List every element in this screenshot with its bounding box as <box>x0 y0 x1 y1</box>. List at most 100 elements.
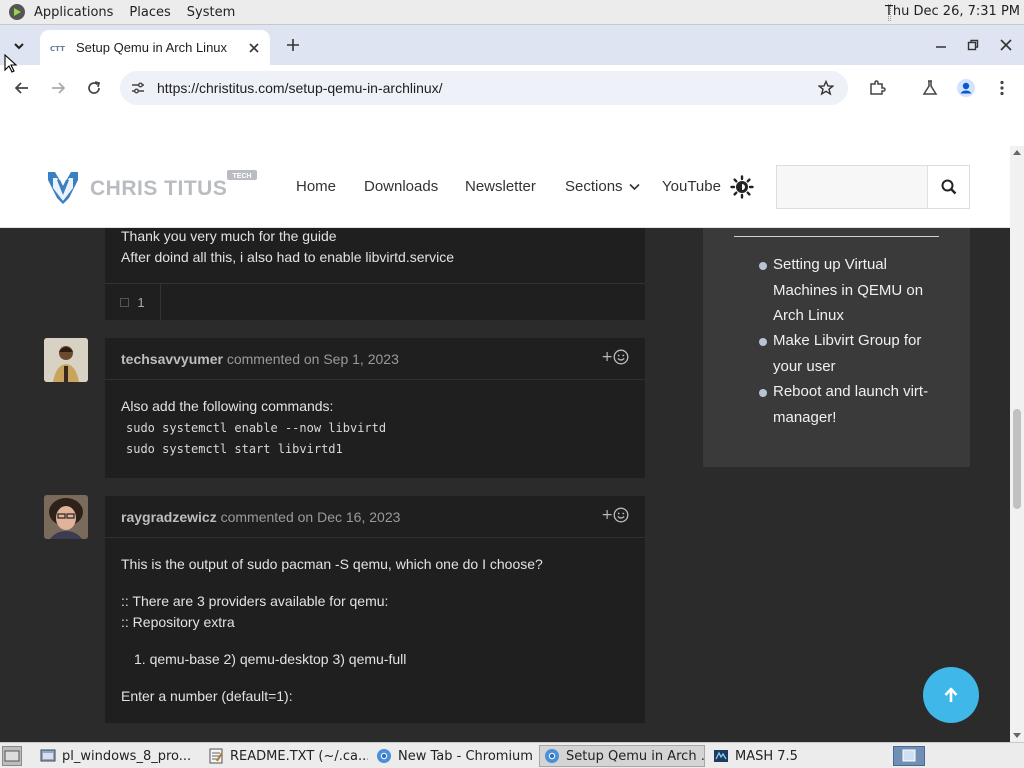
text-editor-icon <box>209 748 223 764</box>
bookmarks-bar <box>0 111 1024 146</box>
close-icon <box>249 42 259 53</box>
search-button[interactable] <box>927 166 969 208</box>
close-icon <box>1000 39 1012 51</box>
scroll-up-arrow[interactable] <box>1013 150 1021 155</box>
profile-button[interactable] <box>955 77 977 99</box>
comment-date: commented on Sep 1, 2023 <box>226 351 399 367</box>
theme-toggle-icon[interactable] <box>730 175 754 199</box>
comment-header: raygradzewicz commented on Dec 16, 2023 … <box>105 496 645 538</box>
reaction-button[interactable]: 1 <box>105 284 161 320</box>
site-info-icon <box>132 82 144 94</box>
site-info-button[interactable] <box>128 78 148 98</box>
restore-button[interactable] <box>962 34 984 56</box>
nav-youtube[interactable]: YouTube <box>662 178 721 195</box>
avatar[interactable] <box>44 338 88 382</box>
code-line: sudo systemctl enable --now libvirtd <box>126 421 387 435</box>
workspace-switcher[interactable] <box>893 746 925 766</box>
site-logo[interactable]: CHRIS TITUS TECH <box>47 168 262 208</box>
applications-icon[interactable] <box>8 3 26 21</box>
search-input[interactable] <box>777 166 927 208</box>
bookmark-star-button[interactable] <box>816 78 836 98</box>
divider <box>105 283 645 284</box>
labs-icon <box>922 80 938 95</box>
site-favicon-icon: CTT <box>50 45 65 53</box>
svg-text:CTT: CTT <box>50 45 65 53</box>
avatar-image <box>44 495 88 539</box>
clock[interactable]: Thu Dec 26, 7:31 PM <box>885 4 1020 19</box>
forward-icon <box>52 82 66 94</box>
smiley-icon <box>613 349 629 365</box>
task-mash[interactable]: MASH 7.5 <box>709 745 873 767</box>
comment-card: raygradzewicz commented on Dec 16, 2023 … <box>105 496 645 723</box>
workspace-icon <box>902 749 916 762</box>
toc-link[interactable]: Make Libvirt Group for your user <box>773 328 943 379</box>
star-icon <box>818 80 834 96</box>
reload-button[interactable] <box>82 76 106 100</box>
comment-text: Thank you very much for the guide <box>121 228 337 244</box>
nav-downloads[interactable]: Downloads <box>364 178 438 195</box>
scroll-to-top-button[interactable] <box>923 667 979 723</box>
comment-text: :: There are 3 providers available for q… <box>121 593 389 609</box>
applications-menu[interactable]: Applications <box>34 5 113 20</box>
labs-button[interactable] <box>919 77 941 99</box>
extensions-button[interactable] <box>866 77 888 99</box>
extensions-icon <box>870 80 886 95</box>
new-tab-button[interactable] <box>282 34 304 56</box>
toc-bullet <box>759 389 767 397</box>
task-text-editor[interactable]: README.TXT (~/.ca... <box>204 745 368 767</box>
toc-link[interactable]: Setting up Virtual Machines in QEMU on A… <box>773 252 943 329</box>
places-menu[interactable]: Places <box>129 5 170 20</box>
desktop-icon <box>4 750 20 762</box>
comment-header: techsavvyumer commented on Sep 1, 2023 + <box>105 338 645 380</box>
browser-menu-button[interactable] <box>991 77 1013 99</box>
url-text[interactable]: https://christitus.com/setup-qemu-in-arc… <box>157 80 443 96</box>
toc-bullet <box>759 262 767 270</box>
scroll-down-arrow[interactable] <box>1013 733 1021 738</box>
tab-close-button[interactable] <box>244 38 264 58</box>
task-vm-window[interactable]: pl_windows_8_pro... <box>36 745 200 767</box>
avatar-image <box>44 338 88 382</box>
window-close-button[interactable] <box>995 34 1017 56</box>
show-desktop-button[interactable] <box>2 746 22 766</box>
nav-home[interactable]: Home <box>296 178 336 195</box>
tab-active[interactable]: CTT Setup Qemu in Arch Linux <box>40 30 270 65</box>
comment-author[interactable]: raygradzewicz commented on Dec 16, 2023 <box>121 509 400 525</box>
logo-image: CHRIS TITUS TECH <box>48 170 257 204</box>
plus-icon <box>287 39 299 51</box>
comment-text: After doind all this, i also had to enab… <box>121 249 455 265</box>
avatar[interactable] <box>44 495 88 539</box>
add-reaction-button[interactable]: + <box>601 507 629 523</box>
reaction-box-icon <box>120 297 130 307</box>
system-menu[interactable]: System <box>187 5 235 20</box>
back-icon <box>14 82 28 94</box>
arrow-up-icon <box>944 687 958 702</box>
comment-card: techsavvyumer commented on Sep 1, 2023 +… <box>105 338 645 478</box>
mouse-cursor-icon <box>4 54 18 73</box>
add-reaction-button[interactable]: + <box>601 349 629 365</box>
comment-text: Enter a number (default=1): <box>121 688 293 704</box>
svg-text:TECH: TECH <box>232 173 251 180</box>
nav-sections[interactable]: Sections <box>565 178 640 195</box>
reload-icon <box>88 81 101 94</box>
chromium-icon <box>545 749 559 763</box>
search-icon <box>941 179 956 195</box>
window-icon <box>40 749 56 762</box>
chevron-down-icon <box>629 183 640 191</box>
task-setup-qemu[interactable]: Setup Qemu in Arch ... <box>539 745 705 767</box>
code-line: sudo systemctl start libvirtd1 <box>126 442 343 456</box>
restore-icon <box>967 39 979 51</box>
address-bar[interactable]: https://christitus.com/setup-qemu-in-arc… <box>120 71 848 105</box>
toc-bullet <box>759 338 767 346</box>
scrollbar-thumb[interactable] <box>1013 409 1021 509</box>
task-new-tab[interactable]: New Tab - Chromium <box>372 745 536 767</box>
minimize-button[interactable] <box>930 34 952 56</box>
nav-newsletter[interactable]: Newsletter <box>465 178 536 195</box>
comment-list-item: 1. qemu-base 2) qemu-desktop 3) qemu-ful… <box>134 651 407 667</box>
minimize-icon <box>936 46 946 48</box>
toc-link[interactable]: Reboot and launch virt-manager! <box>773 379 943 430</box>
toc-divider <box>734 236 939 237</box>
page-scrollbar[interactable] <box>1010 146 1024 742</box>
comment-author[interactable]: techsavvyumer commented on Sep 1, 2023 <box>121 351 399 367</box>
forward-button[interactable] <box>46 76 70 100</box>
back-button[interactable] <box>10 76 34 100</box>
